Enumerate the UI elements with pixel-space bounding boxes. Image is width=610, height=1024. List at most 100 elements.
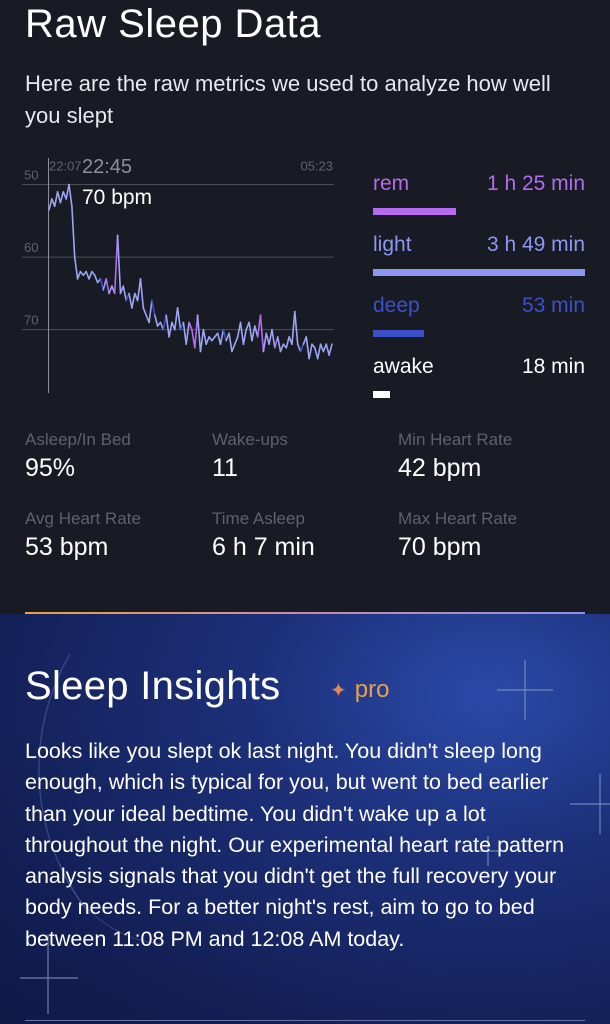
heart-rate-chart-svg: 70 60 50 22:07 05:23 bbox=[22, 158, 334, 393]
stat-value: 11 bbox=[212, 454, 238, 482]
stat-avg-heart-rate: Avg Heart Rate 53 bpm bbox=[25, 509, 205, 562]
stat-value: 42 bpm bbox=[398, 454, 482, 482]
heart-rate-segment bbox=[285, 336, 290, 349]
sleep-stage-legend: rem 1 h 25 min light 3 h 49 min deep 53 min aw… bbox=[373, 168, 585, 412]
heart-rate-segment bbox=[105, 278, 110, 295]
heart-rate-segment bbox=[328, 343, 333, 356]
heart-rate-segment bbox=[88, 270, 93, 280]
x-start-label: 22:07 bbox=[49, 159, 82, 174]
stat-value: 6 h 7 min bbox=[212, 533, 315, 561]
legend-stage-name: rem bbox=[373, 172, 410, 195]
heart-rate-segment bbox=[174, 307, 179, 331]
heart-rate-segment bbox=[199, 328, 205, 353]
legend-item-awake: awake 18 min bbox=[373, 351, 585, 412]
heart-rate-segment bbox=[251, 325, 256, 342]
heart-rate-segment bbox=[248, 321, 253, 342]
stat-value: 53 bpm bbox=[25, 533, 109, 561]
stat-label: Time Asleep bbox=[212, 509, 305, 528]
legend-stage-name: awake bbox=[373, 355, 434, 378]
legend-item-rem: rem 1 h 25 min bbox=[373, 168, 585, 229]
heart-rate-segment bbox=[279, 343, 285, 353]
chart-cursor-bpm: 70 bpm bbox=[82, 186, 153, 209]
heart-rate-segment bbox=[68, 183, 73, 208]
legend-stage-duration: 53 min bbox=[521, 294, 585, 317]
legend-duration-bar bbox=[373, 208, 456, 215]
heart-rate-segment bbox=[188, 321, 193, 331]
chart-cursor-time: 22:45 bbox=[82, 156, 133, 178]
heart-rate-segment bbox=[73, 256, 79, 280]
stat-value: 95% bbox=[25, 454, 76, 482]
heart-rate-segment bbox=[194, 314, 199, 349]
heart-rate-segment bbox=[122, 285, 127, 302]
heart-rate-segment bbox=[308, 343, 313, 360]
heart-rate-segment bbox=[128, 292, 133, 309]
heart-rate-segment bbox=[259, 314, 265, 353]
pro-badge[interactable]: ✦ pro bbox=[330, 676, 389, 704]
heart-rate-segment bbox=[176, 307, 182, 331]
heart-rate-segment bbox=[234, 336, 239, 345]
heart-rate-segment bbox=[196, 314, 202, 353]
heart-rate-segment bbox=[293, 310, 299, 345]
legend-stage-duration: 18 min bbox=[521, 355, 585, 378]
bottom-divider bbox=[25, 1020, 585, 1021]
heart-rate-segment bbox=[76, 270, 82, 280]
heart-rate-segment bbox=[182, 321, 187, 345]
insights-title: Sleep Insights bbox=[25, 664, 281, 708]
stat-min-heart-rate: Min Heart Rate 42 bpm bbox=[398, 430, 578, 483]
heart-rate-chart[interactable]: 70 60 50 22:07 05:23 22:45 70 bpm bbox=[22, 150, 342, 400]
heart-rate-segment bbox=[202, 328, 207, 345]
sleep-insights-section: Sleep Insights ✦ pro Looks like you slept… bbox=[0, 614, 610, 1024]
heart-rate-segment bbox=[142, 307, 147, 316]
heart-rate-segment bbox=[219, 328, 225, 345]
legend-stage-duration: 1 h 25 min bbox=[486, 172, 585, 195]
heart-rate-segment bbox=[231, 343, 236, 353]
heart-rate-segment bbox=[148, 299, 153, 324]
heart-rate-segment bbox=[239, 321, 245, 345]
legend-duration-bar bbox=[373, 391, 390, 398]
stat-max-heart-rate: Max Heart Rate 70 bpm bbox=[398, 509, 578, 562]
legend-stage-name: light bbox=[373, 233, 412, 256]
heart-rate-segment bbox=[271, 328, 276, 349]
sparkle-icon: ✦ bbox=[330, 680, 347, 702]
legend-stage-duration: 3 h 49 min bbox=[486, 233, 585, 256]
heart-rate-segment bbox=[222, 328, 227, 342]
y-tick-label: 60 bbox=[24, 240, 38, 255]
heart-rate-segment bbox=[56, 190, 62, 204]
heart-rate-segment bbox=[299, 343, 305, 353]
heart-rate-segment bbox=[53, 190, 59, 208]
heart-rate-segment bbox=[228, 332, 233, 353]
stat-wake-ups: Wake-ups 11 bbox=[212, 430, 392, 483]
page-title: Raw Sleep Data bbox=[25, 2, 322, 46]
heart-rate-segment bbox=[291, 310, 296, 345]
heart-rate-segment bbox=[165, 314, 170, 338]
heart-rate-segment bbox=[262, 332, 268, 353]
raw-data-description: Here are the raw metrics we used to anal… bbox=[25, 71, 551, 128]
y-tick-label: 50 bbox=[24, 168, 38, 183]
stat-time-asleep: Time Asleep 6 h 7 min bbox=[212, 509, 392, 562]
stat-label: Avg Heart Rate bbox=[25, 509, 141, 528]
x-end-label: 05:23 bbox=[300, 159, 333, 174]
y-tick-label: 70 bbox=[24, 313, 38, 328]
stat-label: Wake-ups bbox=[212, 430, 288, 449]
stat-label: Min Heart Rate bbox=[398, 430, 513, 449]
legend-stage-name: deep bbox=[373, 294, 420, 317]
heart-rate-segment bbox=[93, 274, 99, 284]
heart-rate-segment bbox=[276, 336, 282, 353]
pro-label: pro bbox=[354, 676, 390, 703]
heart-rate-segment bbox=[185, 321, 190, 345]
raw-sleep-section: Raw Sleep Data Here are the raw metrics … bbox=[0, 0, 610, 612]
legend-item-deep: deep 53 min bbox=[373, 290, 585, 351]
heart-rate-segment bbox=[48, 198, 53, 211]
heart-rate-segment bbox=[316, 343, 322, 360]
heart-rate-segment bbox=[154, 314, 159, 327]
heart-rate-segment bbox=[116, 234, 122, 295]
heart-rate-segment bbox=[205, 336, 210, 345]
insights-text: Looks like you slept ok last night. You … bbox=[25, 739, 565, 951]
heart-rate-segment bbox=[59, 190, 65, 204]
heart-rate-segment bbox=[151, 299, 156, 316]
legend-item-light: light 3 h 49 min bbox=[373, 229, 585, 290]
heart-rate-segment bbox=[325, 343, 330, 356]
stat-value: 70 bpm bbox=[398, 533, 482, 561]
heart-rate-segment bbox=[71, 205, 76, 258]
legend-duration-bar bbox=[373, 330, 424, 337]
